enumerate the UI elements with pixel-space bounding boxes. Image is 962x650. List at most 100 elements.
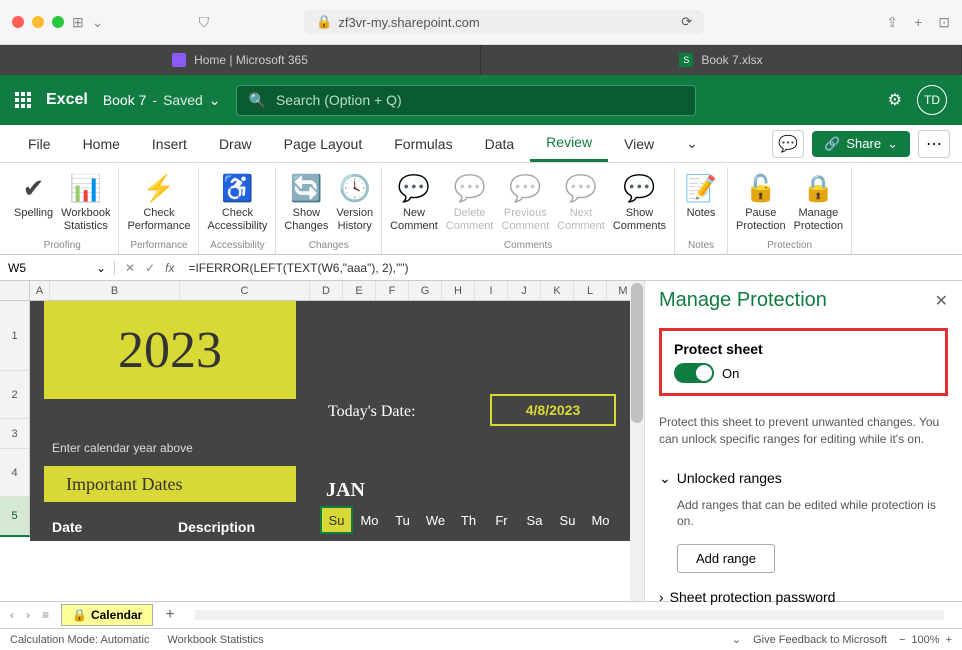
new-tab-icon[interactable]: + bbox=[914, 14, 922, 31]
shield-icon[interactable]: ⛉ bbox=[199, 14, 210, 31]
column-header-D[interactable]: D bbox=[310, 281, 343, 300]
formula-input[interactable]: =IFERROR(LEFT(TEXT(W6,"aaa"), 2),"") bbox=[184, 261, 408, 275]
share-button[interactable]: 🔗 Share ⌄ bbox=[812, 131, 910, 157]
row-header-3[interactable]: 3 bbox=[0, 419, 30, 449]
day-cell[interactable]: Sa bbox=[518, 506, 551, 534]
maximize-window[interactable] bbox=[52, 16, 64, 28]
app-launcher-icon[interactable] bbox=[15, 92, 31, 108]
column-header-J[interactable]: J bbox=[508, 281, 541, 300]
protect-sheet-toggle[interactable] bbox=[674, 363, 714, 383]
status-dropdown[interactable]: ⌄ bbox=[732, 633, 741, 646]
ribbon-tab-file[interactable]: File bbox=[12, 125, 67, 162]
add-sheet-button[interactable]: + bbox=[165, 606, 174, 624]
column-header-C[interactable]: C bbox=[180, 281, 310, 300]
close-window[interactable] bbox=[12, 16, 24, 28]
ribbon-spelling[interactable]: ✔Spelling bbox=[10, 167, 57, 238]
zoom-in[interactable]: + bbox=[946, 634, 952, 646]
tabs-icon[interactable]: ⊡ bbox=[938, 14, 950, 31]
ribbon-tab-data[interactable]: Data bbox=[469, 125, 531, 162]
ribbon-icon: ♿ bbox=[221, 169, 253, 207]
ribbon-show-changes[interactable]: 🔄ShowChanges bbox=[280, 167, 332, 238]
column-header-G[interactable]: G bbox=[409, 281, 442, 300]
column-header-L[interactable]: L bbox=[574, 281, 607, 300]
chevron-down-icon[interactable]: ⌄ bbox=[92, 14, 104, 31]
day-cell[interactable]: Mo bbox=[584, 506, 617, 534]
more-button[interactable]: ⋯ bbox=[918, 130, 950, 158]
password-section-header[interactable]: › Sheet protection password bbox=[659, 589, 948, 605]
cancel-formula-icon[interactable]: ✕ bbox=[125, 261, 135, 275]
day-cell[interactable]: We bbox=[419, 506, 452, 534]
ribbon-tab-page-layout[interactable]: Page Layout bbox=[268, 125, 379, 162]
close-icon[interactable]: ✕ bbox=[935, 291, 948, 311]
browser-tab-book7[interactable]: S Book 7.xlsx bbox=[481, 45, 962, 75]
ribbon-show-comments[interactable]: 💬ShowComments bbox=[609, 167, 670, 238]
gear-icon[interactable]: ⚙ bbox=[888, 90, 902, 110]
share-icon[interactable]: ⇪ bbox=[886, 14, 898, 31]
next-sheet-icon[interactable]: › bbox=[26, 608, 30, 622]
day-cell[interactable]: Tu bbox=[386, 506, 419, 534]
day-cell[interactable]: Th bbox=[452, 506, 485, 534]
column-header-B[interactable]: B bbox=[50, 281, 180, 300]
ribbon-icon: 🔒 bbox=[802, 169, 834, 207]
url-bar[interactable]: 🔒 zf3vr-my.sharepoint.com ⟳ bbox=[304, 10, 704, 34]
row-header-2[interactable]: 2 bbox=[0, 371, 30, 419]
row-header-1[interactable]: 1 bbox=[0, 301, 30, 371]
ribbon-manage-protection[interactable]: 🔒ManageProtection bbox=[790, 167, 848, 238]
column-header-K[interactable]: K bbox=[541, 281, 574, 300]
ribbon-notes[interactable]: 📝Notes bbox=[679, 167, 723, 238]
search-input[interactable]: 🔍 Search (Option + Q) bbox=[236, 85, 696, 116]
ribbon-check-accessibility[interactable]: ♿CheckAccessibility bbox=[203, 167, 271, 238]
ribbon-icon: 🕓 bbox=[339, 169, 371, 207]
workbook-stats[interactable]: Workbook Statistics bbox=[167, 634, 263, 646]
ribbon-new-comment[interactable]: 💬NewComment bbox=[386, 167, 442, 238]
refresh-icon[interactable]: ⟳ bbox=[681, 14, 692, 30]
scrollbar-thumb[interactable] bbox=[631, 283, 643, 423]
day-cell[interactable]: Su bbox=[551, 506, 584, 534]
column-header-F[interactable]: F bbox=[376, 281, 409, 300]
ribbon-tab-formulas[interactable]: Formulas bbox=[378, 125, 468, 162]
vertical-scrollbar[interactable] bbox=[630, 281, 644, 601]
ribbon-tab-view[interactable]: View bbox=[608, 125, 670, 162]
ribbon-pause-protection[interactable]: 🔓PauseProtection bbox=[732, 167, 790, 238]
fx-icon[interactable]: fx bbox=[165, 261, 184, 275]
comments-button[interactable]: 💬 bbox=[772, 130, 804, 158]
year-cell[interactable]: 2023 bbox=[44, 301, 296, 399]
avatar[interactable]: TD bbox=[917, 85, 947, 115]
sheet-body[interactable]: 2023 Today's Date: 4/8/2023 Enter calend… bbox=[0, 301, 644, 537]
ribbon-workbook-statistics[interactable]: 📊WorkbookStatistics bbox=[57, 167, 114, 238]
day-cell[interactable]: Mo bbox=[353, 506, 386, 534]
ribbon-more[interactable]: ⌄ bbox=[670, 125, 714, 162]
row-header-4[interactable]: 4 bbox=[0, 449, 30, 497]
sheet-area: ABCDEFGHIJKLM 2023 Today's Date: 4/8/202… bbox=[0, 281, 644, 601]
day-cell[interactable]: Su bbox=[320, 506, 353, 534]
feedback-link[interactable]: Give Feedback to Microsoft bbox=[753, 634, 887, 646]
ribbon-tab-review[interactable]: Review bbox=[530, 125, 608, 162]
name-box[interactable]: W5 ⌄ bbox=[0, 261, 115, 275]
zoom-out[interactable]: − bbox=[899, 634, 905, 646]
column-header-I[interactable]: I bbox=[475, 281, 508, 300]
select-all-corner[interactable] bbox=[0, 281, 30, 300]
ribbon-tab-insert[interactable]: Insert bbox=[136, 125, 203, 162]
day-cell[interactable]: Fr bbox=[485, 506, 518, 534]
browser-tab-home[interactable]: Home | Microsoft 365 bbox=[0, 45, 481, 75]
ribbon-tab-home[interactable]: Home bbox=[67, 125, 136, 162]
column-header-E[interactable]: E bbox=[343, 281, 376, 300]
prev-sheet-icon[interactable]: ‹ bbox=[10, 608, 14, 622]
sidebar-icon[interactable]: ⊞ bbox=[72, 14, 84, 31]
accept-formula-icon[interactable]: ✓ bbox=[145, 261, 155, 275]
horizontal-scrollbar[interactable] bbox=[195, 610, 944, 620]
row-header-5[interactable]: 5 bbox=[0, 497, 30, 537]
status-bar: Calculation Mode: Automatic Workbook Sta… bbox=[0, 628, 962, 650]
ribbon-version-history[interactable]: 🕓VersionHistory bbox=[332, 167, 377, 238]
ribbon-check-performance[interactable]: ⚡CheckPerformance bbox=[123, 167, 194, 238]
ribbon-tab-draw[interactable]: Draw bbox=[203, 125, 268, 162]
calc-mode[interactable]: Calculation Mode: Automatic bbox=[10, 634, 149, 646]
all-sheets-icon[interactable]: ≡ bbox=[42, 608, 49, 622]
column-header-A[interactable]: A bbox=[30, 281, 50, 300]
add-range-button[interactable]: Add range bbox=[677, 544, 775, 573]
doc-name[interactable]: Book 7 - Saved ⌄ bbox=[103, 92, 221, 109]
minimize-window[interactable] bbox=[32, 16, 44, 28]
unlocked-ranges-header[interactable]: ⌄ Unlocked ranges bbox=[659, 470, 948, 487]
ribbon-next-comment: 💬NextComment bbox=[553, 167, 609, 238]
column-header-H[interactable]: H bbox=[442, 281, 475, 300]
